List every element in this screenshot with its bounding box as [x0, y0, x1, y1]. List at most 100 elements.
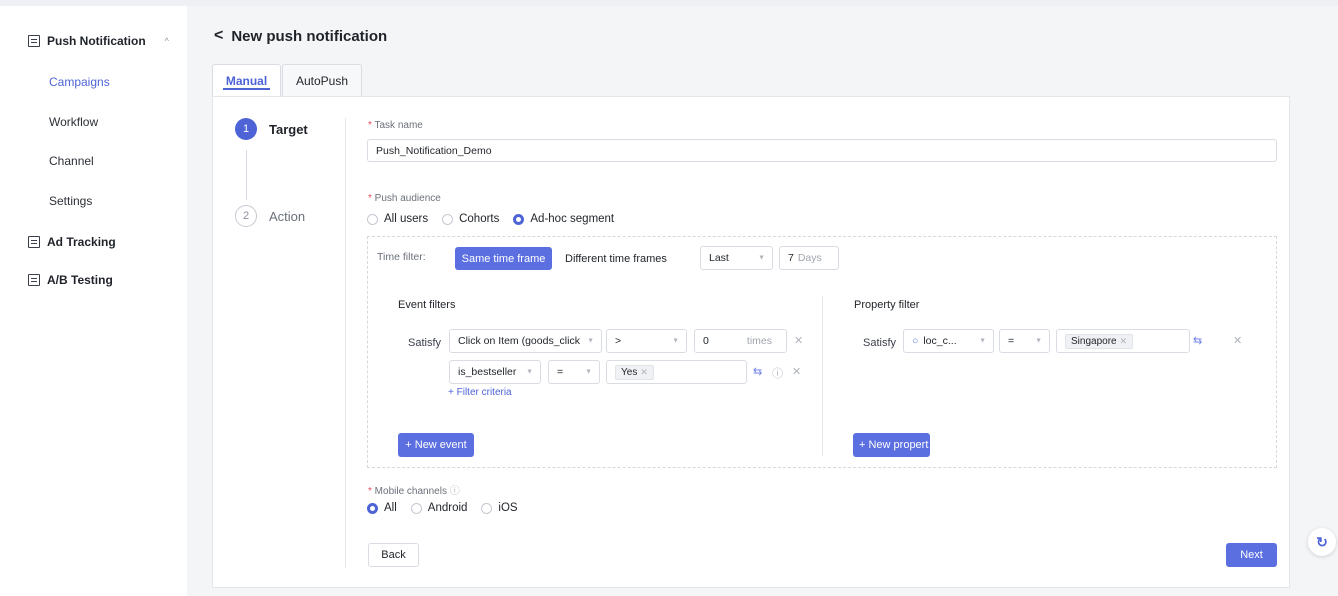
push-audience-label: * Push audience	[368, 193, 441, 204]
property-select[interactable]: ○ loc_c... ▼	[903, 329, 994, 353]
days-unit: Days	[797, 252, 822, 264]
remove-event-icon[interactable]: ✕	[794, 334, 803, 347]
event-property-operator-select[interactable]: = ▼	[548, 360, 600, 384]
ad-tracking-icon	[28, 236, 40, 248]
step-number: 1	[235, 118, 257, 140]
radio-selected-icon[interactable]	[513, 213, 525, 225]
ab-testing-icon	[28, 274, 40, 286]
channel-ios[interactable]: iOS	[481, 502, 518, 514]
event-property-value-input[interactable]: Yes ✕	[606, 360, 747, 384]
property-satisfy-label: Satisfy	[863, 337, 897, 349]
event-property-operator-value: =	[557, 366, 564, 378]
caret-down-icon: ▼	[1035, 337, 1042, 345]
event-satisfy-label: Satisfy	[408, 337, 442, 349]
info-icon[interactable]: ⓘ	[772, 365, 783, 381]
task-name-input[interactable]: Push_Notification_Demo	[367, 139, 1277, 162]
step-number: 2	[235, 205, 257, 227]
swap-icon[interactable]: ⇆	[753, 365, 762, 378]
different-time-frames-button[interactable]: Different time frames	[565, 253, 667, 265]
property-filter-title: Property filter	[854, 299, 920, 311]
caret-down-icon: ▼	[758, 254, 765, 262]
new-property-button[interactable]: + New propert	[853, 433, 930, 457]
event-count-input[interactable]: 0 times	[694, 329, 787, 353]
channel-all[interactable]: All	[367, 502, 397, 514]
caret-down-icon: ▼	[587, 337, 594, 345]
sidebar-item-settings[interactable]: Settings	[49, 194, 92, 208]
event-select-value: Click on Item (goods_click	[458, 335, 580, 347]
value-tag: Yes ✕	[615, 364, 654, 380]
push-notification-icon	[28, 35, 40, 47]
task-name-label: * Task name	[368, 120, 423, 131]
remove-property-icon[interactable]: ✕	[1233, 334, 1242, 347]
sidebar-item-workflow[interactable]: Workflow	[49, 115, 98, 129]
back-button[interactable]: Back	[368, 543, 419, 567]
audience-adhoc-segment[interactable]: Ad-hoc segment	[513, 213, 614, 225]
tag-close-icon[interactable]: ✕	[640, 367, 648, 378]
sidebar-group-label: Push Notification	[47, 34, 146, 48]
step-target: 1 Target	[235, 118, 308, 140]
sidebar-group-ab-testing[interactable]: A/B Testing	[28, 273, 113, 287]
caret-down-icon: ▼	[526, 368, 533, 376]
radio-icon[interactable]	[367, 213, 378, 225]
remove-criteria-icon[interactable]: ✕	[792, 365, 801, 378]
radio-icon[interactable]	[442, 213, 454, 225]
event-property-select[interactable]: is_bestseller ▼	[449, 360, 541, 384]
audience-radio-group: All users Cohorts Ad-hoc segment	[367, 213, 628, 225]
top-bar	[0, 0, 1338, 6]
audience-cohorts[interactable]: Cohorts	[442, 213, 499, 225]
filters-divider	[822, 296, 823, 456]
channel-android[interactable]: Android	[410, 502, 467, 514]
radio-selected-icon[interactable]	[367, 502, 378, 514]
swap-icon[interactable]: ⇆	[1193, 334, 1202, 347]
help-icon[interactable]: ⓘ	[450, 486, 460, 497]
tab-autopush[interactable]: AutoPush	[282, 64, 362, 96]
sidebar-group-push-notification[interactable]: Push Notification ^	[28, 34, 169, 48]
sidebar	[0, 6, 187, 596]
tab-manual[interactable]: Manual	[212, 64, 281, 96]
sidebar-item-campaigns[interactable]: Campaigns	[49, 75, 110, 89]
property-value-input[interactable]: Singapore ✕	[1056, 329, 1190, 353]
support-chat-icon[interactable]: ↻	[1308, 528, 1336, 556]
sidebar-group-label: Ad Tracking	[47, 235, 116, 249]
caret-down-icon: ▼	[979, 337, 986, 345]
event-count-value: 0	[703, 335, 709, 347]
sidebar-group-ad-tracking[interactable]: Ad Tracking	[28, 235, 116, 249]
days-number: 7	[788, 252, 794, 264]
sidebar-group-label: A/B Testing	[47, 273, 113, 287]
sidebar-item-channel[interactable]: Channel	[49, 154, 94, 168]
event-property-value: is_bestseller	[458, 366, 517, 378]
caret-down-icon: ▼	[672, 337, 679, 345]
channel-radio-group: All Android iOS	[367, 502, 532, 514]
property-select-value: loc_c...	[923, 335, 957, 347]
step-label: Target	[269, 121, 308, 137]
event-filters-title: Event filters	[398, 299, 456, 311]
event-select[interactable]: Click on Item (goods_click ▼	[449, 329, 602, 353]
step-label: Action	[269, 208, 306, 224]
add-filter-criteria-link[interactable]: + Filter criteria	[448, 387, 512, 398]
tag-close-icon[interactable]: ✕	[1120, 336, 1128, 347]
chevron-up-icon[interactable]: ^	[165, 36, 169, 46]
step-connector	[246, 150, 247, 200]
radio-icon[interactable]	[481, 502, 493, 514]
page-title: < New push notification	[214, 27, 387, 45]
event-count-unit: times	[746, 335, 772, 347]
step-action: 2 Action	[235, 205, 305, 227]
property-operator-select[interactable]: = ▼	[999, 329, 1050, 353]
steps-divider	[345, 118, 346, 568]
time-last-value: Last	[709, 252, 729, 264]
radio-icon[interactable]	[410, 502, 422, 514]
time-filter-label: Time filter:	[377, 251, 426, 263]
new-event-button[interactable]: + New event	[398, 433, 474, 457]
same-time-frame-button[interactable]: Same time frame	[455, 247, 552, 270]
mobile-channels-label: * Mobile channels ⓘ	[368, 486, 460, 497]
page-title-text: New push notification	[231, 27, 388, 45]
audience-all-users[interactable]: All users	[367, 213, 428, 225]
time-days-input[interactable]: 7 Days	[779, 246, 839, 270]
property-type-icon: ○	[912, 335, 919, 347]
caret-down-icon: ▼	[585, 368, 592, 376]
time-last-select[interactable]: Last ▼	[700, 246, 773, 270]
event-operator-select[interactable]: > ▼	[606, 329, 687, 353]
next-button[interactable]: Next	[1226, 543, 1277, 567]
event-operator-value: >	[615, 335, 622, 347]
back-chevron-icon[interactable]: <	[214, 27, 223, 45]
